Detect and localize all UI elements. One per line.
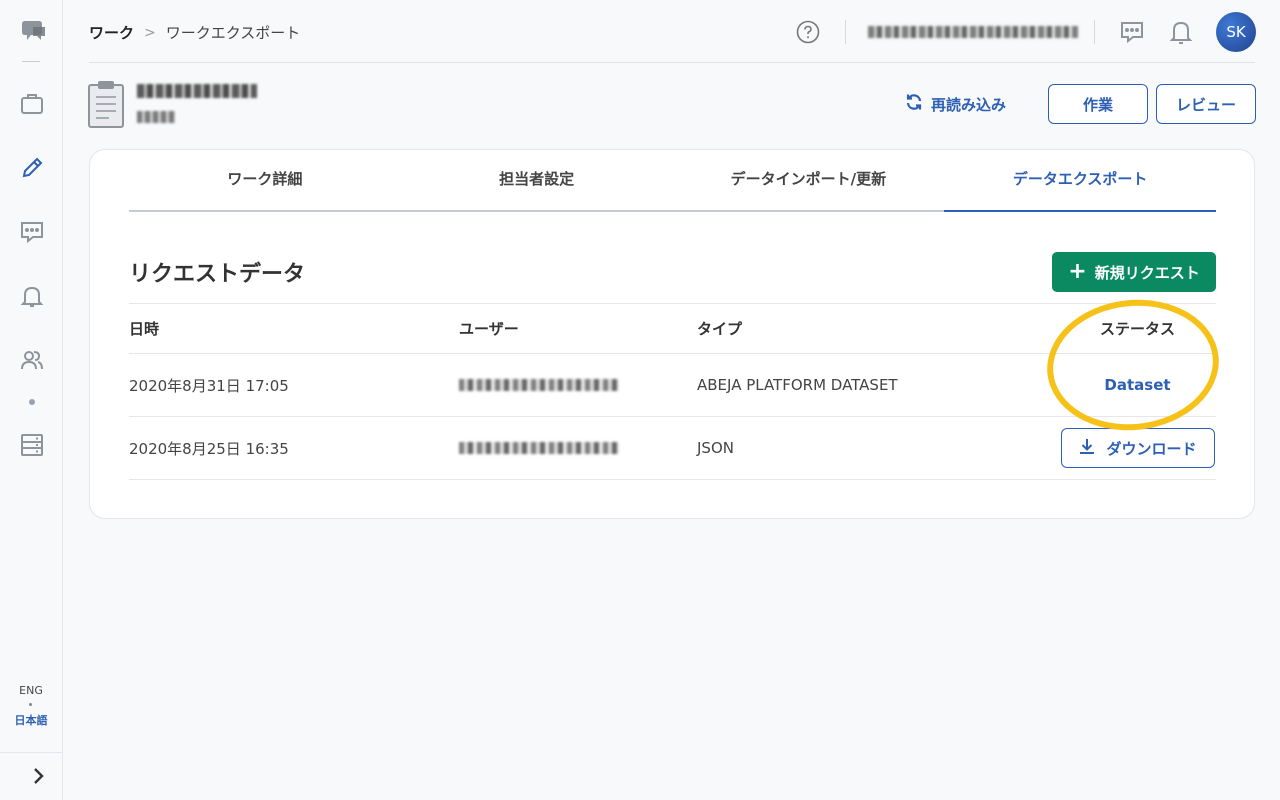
breadcrumb-current: ワークエクスポート xyxy=(165,24,301,42)
header-divider xyxy=(89,62,1255,63)
review-button[interactable]: レビュー xyxy=(1156,84,1256,124)
pencil-icon[interactable] xyxy=(19,155,45,181)
user-name-redacted xyxy=(459,379,619,391)
chat-icon[interactable] xyxy=(19,219,45,245)
download-icon xyxy=(1078,437,1096,459)
clipboard-icon xyxy=(87,80,125,128)
sidebar-dot xyxy=(29,399,35,405)
reload-label: 再読み込み xyxy=(931,95,1007,114)
help-icon[interactable] xyxy=(796,20,820,44)
project-subtitle-redacted xyxy=(137,111,175,123)
header-divider xyxy=(1094,20,1095,44)
breadcrumb: ワーク > ワークエクスポート xyxy=(89,22,300,43)
new-request-button[interactable]: + 新規リクエスト xyxy=(1052,252,1216,292)
sidebar-separator xyxy=(22,61,40,62)
row-date: 2020年8月31日 17:05 xyxy=(129,376,289,395)
expand-sidebar-icon[interactable] xyxy=(28,765,48,787)
lang-english[interactable]: ENG xyxy=(0,684,62,697)
header-status: ステータス xyxy=(1099,320,1175,338)
row-user xyxy=(459,417,619,479)
row-type: JSON xyxy=(697,439,734,457)
request-table: 日時 ユーザー タイプ ステータス 2020年8月31日 17:05 ABEJA… xyxy=(129,303,1216,480)
app-logo-icon[interactable] xyxy=(19,18,45,44)
sidebar-bottom-divider xyxy=(0,752,62,753)
bell-icon[interactable] xyxy=(19,283,45,309)
users-icon[interactable] xyxy=(19,347,45,373)
chat-icon[interactable] xyxy=(1119,19,1145,45)
row-type: ABEJA PLATFORM DATASET xyxy=(697,376,898,394)
row-status: ダウンロード xyxy=(1059,417,1216,479)
lang-japanese[interactable]: 日本語 xyxy=(0,712,62,728)
avatar[interactable]: SK xyxy=(1216,12,1256,52)
table-header-row: 日時 ユーザー タイプ ステータス xyxy=(129,303,1216,353)
header-user: ユーザー xyxy=(459,320,519,338)
tab-work-details[interactable]: ワーク詳細 xyxy=(129,150,401,210)
tab-assignee-settings[interactable]: 担当者設定 xyxy=(401,150,673,210)
header-date: 日時 xyxy=(129,320,160,338)
new-request-label: 新規リクエスト xyxy=(1094,263,1200,282)
briefcase-icon[interactable] xyxy=(19,91,45,117)
tab-data-export[interactable]: データエクスポート xyxy=(944,150,1216,212)
breadcrumb-work-link[interactable]: ワーク xyxy=(89,22,134,43)
tab-bar: ワーク詳細 担当者設定 データインポート/更新 データエクスポート xyxy=(129,150,1216,212)
storage-icon[interactable] xyxy=(19,432,45,458)
dataset-link[interactable]: Dataset xyxy=(1104,376,1170,394)
lang-separator-dot xyxy=(29,703,32,706)
export-card: ワーク詳細 担当者設定 データインポート/更新 データエクスポート リクエストデ… xyxy=(89,149,1255,519)
download-label: ダウンロード xyxy=(1106,439,1197,458)
reload-button[interactable]: 再読み込み xyxy=(905,93,1006,115)
section-title: リクエストデータ xyxy=(129,262,306,287)
user-name-redacted xyxy=(459,442,619,454)
project-name-redacted xyxy=(137,84,257,98)
header-type: タイプ xyxy=(697,320,743,338)
tab-data-import[interactable]: データインポート/更新 xyxy=(673,150,945,210)
row-status: Dataset xyxy=(1059,354,1216,416)
row-date: 2020年8月25日 16:35 xyxy=(129,439,289,458)
bell-icon[interactable] xyxy=(1168,18,1194,46)
header-divider xyxy=(845,20,846,44)
sidebar: ENG 日本語 xyxy=(0,0,63,800)
user-email-redacted[interactable] xyxy=(868,26,1078,38)
refresh-icon xyxy=(905,93,923,115)
work-button[interactable]: 作業 xyxy=(1048,84,1148,124)
table-row: 2020年8月25日 16:35 JSON ダウンロード xyxy=(129,416,1216,480)
row-user xyxy=(459,354,619,416)
chevron-right-icon: > xyxy=(144,24,156,41)
plus-icon: + xyxy=(1068,259,1087,284)
table-row: 2020年8月31日 17:05 ABEJA PLATFORM DATASET … xyxy=(129,353,1216,416)
download-button[interactable]: ダウンロード xyxy=(1060,428,1215,468)
